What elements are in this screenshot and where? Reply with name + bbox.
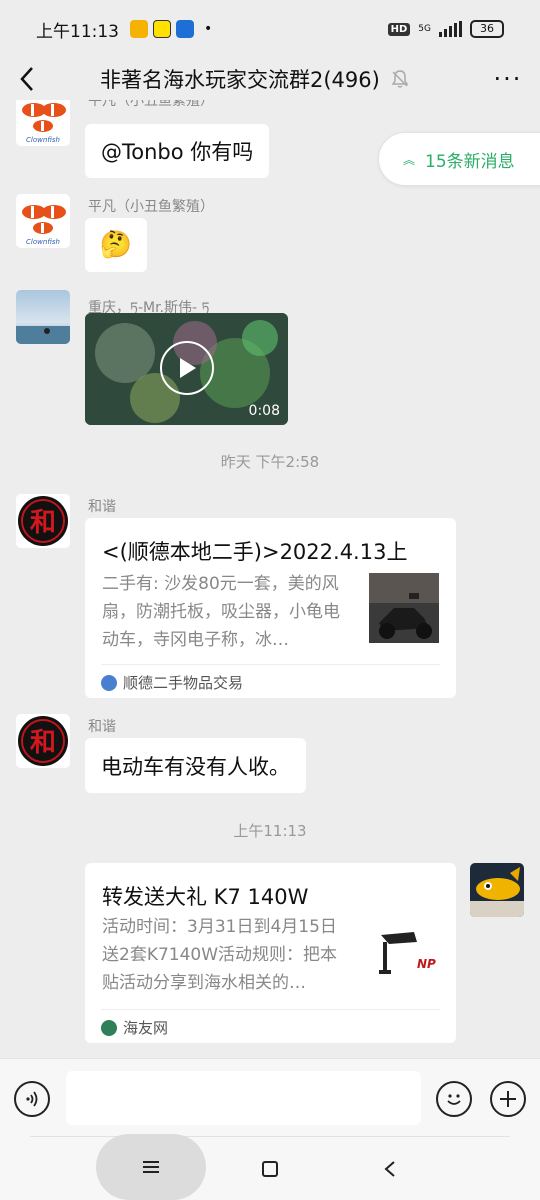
- double-up-arrow-icon: ︽: [403, 152, 416, 167]
- system-nav-bar: [0, 1134, 540, 1200]
- sender-name: 平凡（小丑鱼繁殖）: [88, 199, 214, 215]
- chat-message-list[interactable]: Clownfish 平凡（小丑鱼繁殖） @Tonbo 你有吗 Clownfish…: [0, 100, 540, 1058]
- source-icon: [101, 1019, 117, 1036]
- play-icon: [180, 358, 196, 378]
- card-divider: [101, 1009, 440, 1010]
- video-message[interactable]: 0:08: [85, 313, 288, 425]
- thinking-emoji: 🤔: [99, 230, 133, 260]
- avatar[interactable]: [16, 290, 70, 344]
- my-avatar[interactable]: [470, 863, 524, 917]
- avatar-glyph: 和: [30, 508, 56, 538]
- back-triangle-icon: [384, 1161, 395, 1177]
- back-arrow-icon: [20, 67, 33, 91]
- more-functions-button[interactable]: [490, 1081, 526, 1117]
- sender-name: 和谐: [88, 719, 116, 735]
- new-messages-label: 15条新消息: [425, 151, 515, 172]
- card-source: 顺德二手物品交易: [101, 672, 243, 693]
- more-options-button[interactable]: ···: [476, 58, 540, 100]
- signal-icon: [439, 21, 462, 37]
- card-thumbnail: [369, 573, 439, 643]
- message-bubble[interactable]: @Tonbo 你有吗: [85, 124, 270, 178]
- menu-nav-button[interactable]: [96, 1134, 206, 1200]
- home-nav-button[interactable]: [255, 1154, 285, 1184]
- avatar-glyph: 和: [30, 728, 56, 758]
- avatar[interactable]: Clownfish: [16, 100, 70, 146]
- square-icon: [262, 1161, 278, 1177]
- back-nav-button[interactable]: [375, 1154, 405, 1184]
- card-source-label: 海友网: [123, 1019, 169, 1037]
- timestamp: 昨天 下午2:58: [220, 453, 320, 471]
- link-card[interactable]: 转发送大礼 K7 140W 活动时间：3月31日到4月15日送2套K7140W活…: [85, 863, 456, 1043]
- card-description: 二手有: 沙发80元一套，美的风扇，防潮托板，吸尘器，小龟电动车，寺冈电子称，冰…: [102, 574, 340, 650]
- status-bar: 上午11:13 • HD 5G 36: [0, 0, 540, 58]
- svg-text:Clownfish: Clownfish: [26, 136, 60, 144]
- back-button[interactable]: [0, 58, 54, 100]
- sender-name: 平凡（小丑鱼繁殖）: [88, 100, 214, 109]
- more-notifications-dot: •: [204, 21, 213, 37]
- message-bubble[interactable]: 电动车有没有人收。: [85, 738, 306, 793]
- timestamp: 上午11:13: [233, 822, 307, 840]
- svg-text:NP: NP: [417, 957, 436, 971]
- card-thumbnail: NP: [369, 920, 439, 990]
- card-divider: [101, 664, 440, 665]
- notification-app-icon: [153, 20, 171, 38]
- new-messages-button[interactable]: ︽ 15条新消息: [378, 132, 540, 186]
- page-title: 非著名海水玩家交流群2(496): [100, 68, 380, 92]
- card-source: 海友网: [101, 1017, 168, 1038]
- link-card[interactable]: <(顺德本地二手)>2022.4.13上 二手有: 沙发80元一套，美的风扇，防…: [85, 518, 456, 698]
- card-title: <(顺德本地二手)>2022.4.13上: [102, 540, 408, 564]
- battery-icon: 36: [470, 20, 504, 38]
- card-source-label: 顺德二手物品交易: [123, 674, 244, 692]
- avatar[interactable]: 和: [16, 494, 70, 548]
- emoji-bubble[interactable]: 🤔: [85, 218, 147, 272]
- emoji-button[interactable]: [436, 1081, 472, 1117]
- smiley-icon: [447, 1094, 461, 1105]
- chat-header: 非著名海水玩家交流群2(496) ···: [0, 58, 540, 100]
- menu-icon: [143, 1161, 159, 1173]
- avatar[interactable]: Clownfish: [16, 194, 70, 248]
- card-title: 转发送大礼 K7 140W: [102, 885, 309, 909]
- status-time: 上午11:13: [36, 21, 119, 42]
- notification-app-icon: [176, 20, 194, 38]
- message-input[interactable]: [66, 1071, 421, 1125]
- notification-app-icon: [130, 20, 148, 38]
- plus-icon: [500, 1091, 516, 1107]
- avatar[interactable]: 和: [16, 714, 70, 768]
- svg-text:Clownfish: Clownfish: [26, 238, 60, 246]
- network-type: 5G: [418, 24, 431, 34]
- voice-input-button[interactable]: [14, 1081, 50, 1117]
- mute-bell-icon: [390, 68, 412, 90]
- card-description: 活动时间：3月31日到4月15日送2套K7140W活动规则：把本贴活动分享到海水…: [102, 917, 338, 993]
- source-icon: [101, 674, 117, 691]
- sender-name: 和谐: [88, 499, 116, 515]
- video-duration: 0:08: [248, 403, 280, 419]
- play-button[interactable]: [160, 341, 214, 395]
- input-bar: [0, 1058, 540, 1140]
- hd-icon: HD: [387, 22, 411, 36]
- voice-icon: [26, 1091, 38, 1107]
